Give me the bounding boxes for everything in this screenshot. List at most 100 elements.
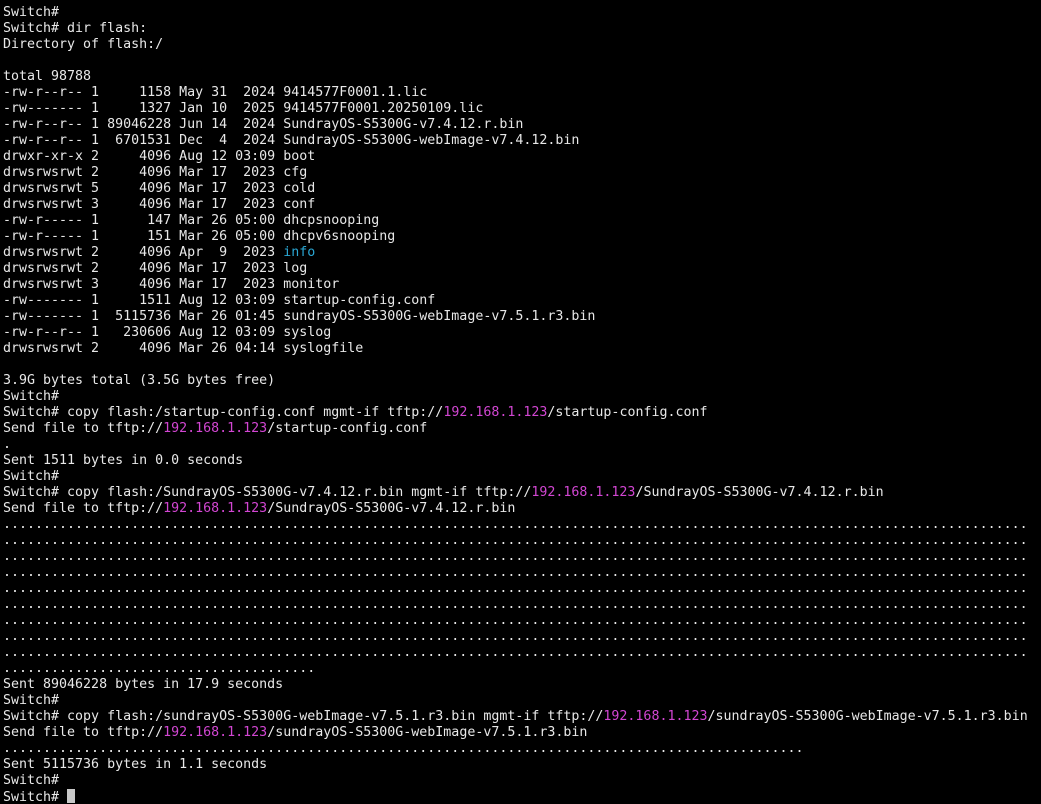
terminal-text: ........................................… [3, 629, 1028, 644]
terminal-text: Sent 89046228 bytes in 17.9 seconds [3, 677, 284, 692]
terminal-line: Switch# [3, 389, 1028, 405]
terminal-output: Switch#Switch#Switch# dir flash:Director… [3, 0, 1028, 804]
terminal-text: ........................................… [3, 549, 1028, 564]
terminal-text: 3.9G bytes total (3.5G bytes free) [3, 373, 276, 388]
terminal-line: -rw-r----- 1 147 Mar 26 05:00 dhcpsnoopi… [3, 213, 1028, 229]
terminal-text: drwsrwsrwt 2 4096 Mar 17 2023 log [3, 261, 308, 276]
terminal-line: Switch# [3, 5, 1028, 21]
terminal-text: ........................................… [3, 533, 1028, 548]
terminal-line: Switch# [3, 789, 1028, 804]
terminal-text: drwsrwsrwt 2 4096 Mar 26 04:14 syslogfil… [3, 341, 364, 356]
terminal-line: -rw-r--r-- 1 6701531 Dec 4 2024 SundrayO… [3, 133, 1028, 149]
terminal-text: /SundrayOS-S5300G-v7.4.12.r.bin [635, 485, 884, 500]
terminal-text: ........................................… [3, 645, 1028, 660]
terminal-text: ....................................... [3, 661, 316, 676]
terminal-line: -rw-r--r-- 1 1158 May 31 2024 9414577F00… [3, 85, 1028, 101]
terminal-text: -rw-r--r-- 1 1158 May 31 2024 9414577F00… [3, 85, 428, 100]
terminal-text: /sundrayOS-S5300G-webImage-v7.5.1.r3.bin [267, 725, 588, 740]
terminal-text: drwsrwsrwt 3 4096 Mar 17 2023 monitor [3, 277, 340, 292]
terminal-line: Send file to tftp://192.168.1.123/Sundra… [3, 501, 1028, 517]
ip-address-text: 192.168.1.123 [531, 485, 636, 500]
ip-address-text: 192.168.1.123 [163, 421, 268, 436]
terminal-text: -rw------- 1 5115736 Mar 26 01:45 sundra… [3, 309, 596, 324]
ip-address-text: 192.168.1.123 [603, 709, 708, 724]
terminal-text: Switch# [3, 389, 60, 404]
terminal-line: ........................................… [3, 565, 1028, 581]
terminal-text: drwsrwsrwt 3 4096 Mar 17 2023 conf [3, 197, 316, 212]
ip-address-text: 192.168.1.123 [163, 501, 268, 516]
terminal-text: Switch# [3, 790, 68, 804]
terminal-text: /startup-config.conf [267, 421, 428, 436]
terminal-text: -rw------- 1 1511 Aug 12 03:09 startup-c… [3, 293, 436, 308]
terminal-text: -rw-r--r-- 1 6701531 Dec 4 2024 SundrayO… [3, 133, 580, 148]
terminal-line: Directory of flash:/ [3, 37, 1028, 53]
terminal-text: drwsrwsrwt 2 4096 Mar 17 2023 cfg [3, 165, 308, 180]
terminal-line: -rw------- 1 1327 Jan 10 2025 9414577F00… [3, 101, 1028, 117]
terminal-line: Switch# copy flash:/sundrayOS-S5300G-web… [3, 709, 1028, 725]
terminal-line: drwsrwsrwt 3 4096 Mar 17 2023 conf [3, 197, 1028, 213]
terminal-text: Switch# [3, 0, 59, 4]
terminal-line: ........................................… [3, 581, 1028, 597]
ip-address-text: 192.168.1.123 [443, 405, 548, 420]
terminal-text: Switch# copy flash:/sundrayOS-S5300G-web… [3, 709, 604, 724]
terminal-line: ........................................… [3, 613, 1028, 629]
terminal-text: ........................................… [3, 613, 1028, 628]
terminal-line: drwsrwsrwt 2 4096 Mar 17 2023 log [3, 261, 1028, 277]
terminal-line: ....................................... [3, 661, 1028, 677]
terminal-text: Send file to tftp:// [3, 725, 164, 740]
terminal-line: Send file to tftp://192.168.1.123/startu… [3, 421, 1028, 437]
terminal-text: ........................................… [3, 517, 1028, 532]
terminal-line: Sent 1511 bytes in 0.0 seconds [3, 453, 1028, 469]
terminal-text: Send file to tftp:// [3, 501, 164, 516]
terminal-line: Switch# [3, 693, 1028, 709]
terminal-cursor[interactable] [67, 789, 76, 803]
terminal-line: drwsrwsrwt 5 4096 Mar 17 2023 cold [3, 181, 1028, 197]
terminal-text: -rw-r----- 1 151 Mar 26 05:00 dhcpv6snoo… [3, 229, 396, 244]
terminal-text: /startup-config.conf [547, 405, 708, 420]
terminal-line: 3.9G bytes total (3.5G bytes free) [3, 373, 1028, 389]
ip-address-text: 192.168.1.123 [163, 725, 268, 740]
terminal-line: . [3, 437, 1028, 453]
terminal-line: -rw-r--r-- 1 230606 Aug 12 03:09 syslog [3, 325, 1028, 341]
terminal-text: Directory of flash:/ [3, 37, 164, 52]
terminal-line: Send file to tftp://192.168.1.123/sundra… [3, 725, 1028, 741]
terminal-text: Switch# [3, 693, 60, 708]
terminal-text: drwsrwsrwt 2 4096 Apr 9 2023 [3, 245, 284, 260]
terminal-text: . [3, 437, 12, 452]
terminal-line: -rw------- 1 5115736 Mar 26 01:45 sundra… [3, 309, 1028, 325]
terminal-text: Sent 1511 bytes in 0.0 seconds [3, 453, 244, 468]
terminal-line: Switch# copy flash:/startup-config.conf … [3, 405, 1028, 421]
terminal-line: drwsrwsrwt 2 4096 Apr 9 2023 info [3, 245, 1028, 261]
terminal-line: ........................................… [3, 645, 1028, 661]
terminal-line: Switch# dir flash: [3, 21, 1028, 37]
terminal-text: drwsrwsrwt 5 4096 Mar 17 2023 cold [3, 181, 316, 196]
directory-name-info: info [283, 245, 316, 260]
terminal-line: drwsrwsrwt 2 4096 Mar 17 2023 cfg [3, 165, 1028, 181]
terminal-line: Switch# [3, 469, 1028, 485]
terminal-text: Switch# [3, 469, 60, 484]
terminal-window[interactable]: Switch#Switch#Switch# dir flash:Director… [0, 0, 1041, 804]
terminal-text: /sundrayOS-S5300G-webImage-v7.5.1.r3.bin [707, 709, 1028, 724]
terminal-text: Switch# dir flash: [3, 21, 148, 36]
terminal-line: ........................................… [3, 533, 1028, 549]
terminal-text: -rw-r--r-- 1 230606 Aug 12 03:09 syslog [3, 325, 332, 340]
terminal-text: /SundrayOS-S5300G-v7.4.12.r.bin [267, 501, 516, 516]
terminal-line: Sent 89046228 bytes in 17.9 seconds [3, 677, 1028, 693]
terminal-text: drwxr-xr-x 2 4096 Aug 12 03:09 boot [3, 149, 316, 164]
terminal-line: total 98788 [3, 69, 1028, 85]
terminal-text: ........................................… [3, 597, 1028, 612]
terminal-text: ........................................… [3, 565, 1028, 580]
terminal-line: ........................................… [3, 597, 1028, 613]
terminal-text: Send file to tftp:// [3, 421, 164, 436]
terminal-line: drwsrwsrwt 2 4096 Mar 26 04:14 syslogfil… [3, 341, 1028, 357]
terminal-line: -rw-r--r-- 1 89046228 Jun 14 2024 Sundra… [3, 117, 1028, 133]
terminal-line: ........................................… [3, 549, 1028, 565]
terminal-text: Switch# copy flash:/SundrayOS-S5300G-v7.… [3, 485, 532, 500]
terminal-line: ........................................… [3, 741, 1028, 757]
terminal-line: drwxr-xr-x 2 4096 Aug 12 03:09 boot [3, 149, 1028, 165]
terminal-text: Switch# [3, 5, 60, 20]
terminal-text: ........................................… [3, 741, 804, 756]
terminal-line: -rw------- 1 1511 Aug 12 03:09 startup-c… [3, 293, 1028, 309]
